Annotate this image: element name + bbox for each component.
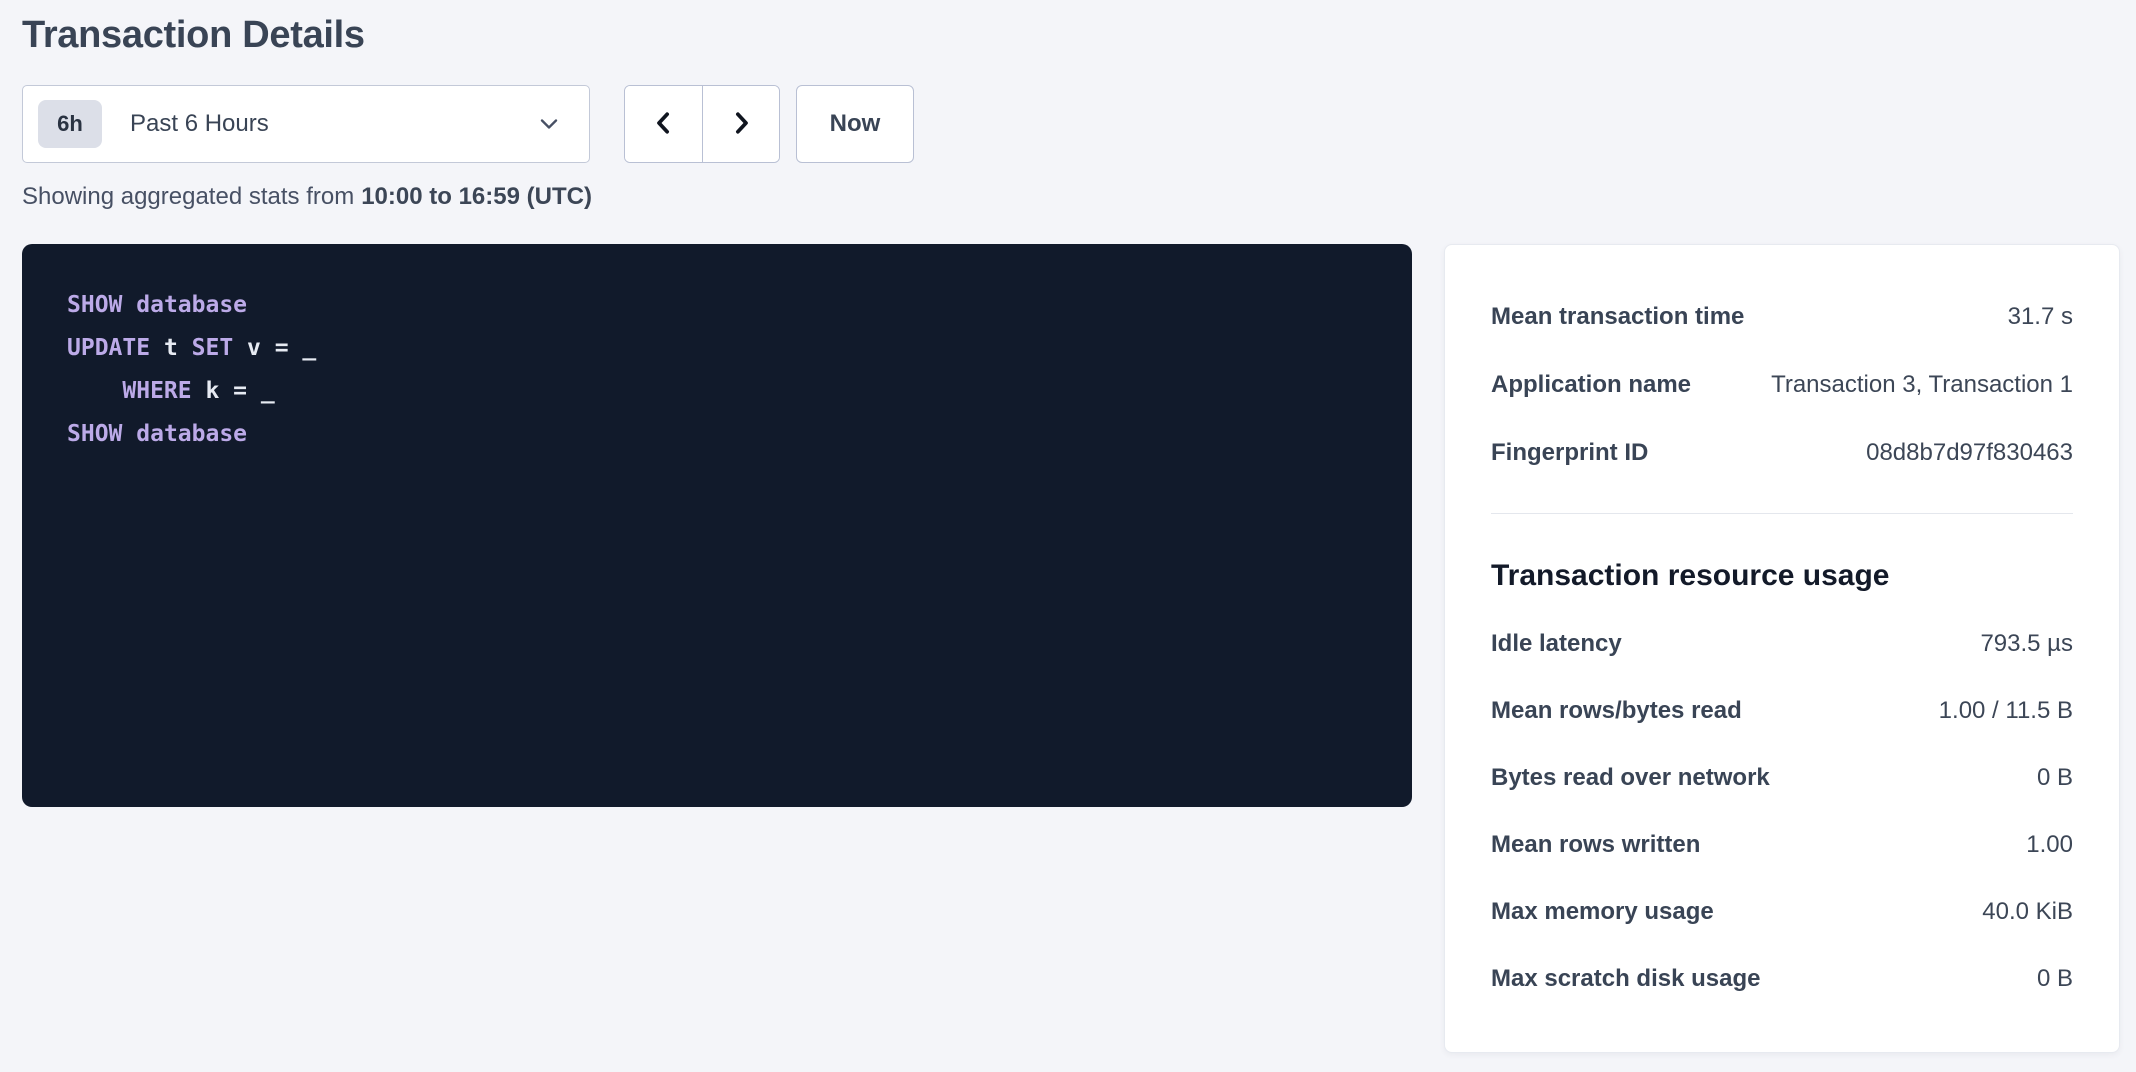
summary-row-value: 793.5 µs (1980, 630, 2073, 658)
summary-row-label: Application name (1491, 371, 1691, 399)
sql-token-keyword: SET (192, 335, 234, 361)
sql-token-plain: t (150, 335, 192, 361)
summary-row-value: Transaction 3, Transaction 1 (1771, 371, 2073, 399)
time-range-selected-label: Past 6 Hours (130, 110, 269, 138)
chevron-down-icon (535, 110, 563, 138)
summary-row: Bytes read over network 0 B (1491, 744, 2073, 811)
chevron-left-icon (649, 108, 679, 141)
sql-line: UPDATE t SET v = _ (67, 327, 1367, 370)
summary-row-label: Mean rows written (1491, 831, 1700, 859)
summary-row-label: Max memory usage (1491, 898, 1714, 926)
summary-row: Mean transaction time 31.7 s (1491, 283, 2073, 351)
transaction-details-page: Transaction Details 6h Past 6 Hours Now … (0, 0, 2136, 1053)
time-picker-controls: 6h Past 6 Hours Now (22, 85, 2136, 163)
sql-token-keyword: UPDATE (67, 335, 150, 361)
summary-row-label: Bytes read over network (1491, 764, 1770, 792)
chevron-right-icon (726, 108, 756, 141)
summary-row-label: Fingerprint ID (1491, 439, 1648, 467)
summary-row: Max scratch disk usage 0 B (1491, 945, 2073, 1012)
summary-row-label: Max scratch disk usage (1491, 965, 1760, 993)
time-range-dropdown[interactable]: 6h Past 6 Hours (22, 85, 590, 163)
resource-usage-heading: Transaction resource usage (1491, 556, 2073, 596)
summary-row-value: 1.00 (2026, 831, 2073, 859)
main-content: SHOW databaseUPDATE t SET v = _ WHERE k … (22, 244, 2136, 1053)
sql-line: SHOW database (67, 413, 1367, 456)
sql-line: WHERE k = _ (67, 370, 1367, 413)
summary-row-value: 08d8b7d97f830463 (1866, 439, 2073, 467)
time-preset-badge: 6h (38, 100, 102, 148)
sql-token-plain (122, 421, 136, 447)
sql-statement-box: SHOW databaseUPDATE t SET v = _ WHERE k … (22, 244, 1412, 807)
summary-row: Fingerprint ID 08d8b7d97f830463 (1491, 419, 2073, 487)
sql-token-keyword: SHOW (67, 292, 122, 318)
summary-row: Application name Transaction 3, Transact… (1491, 351, 2073, 419)
time-window-nav-group (624, 85, 780, 163)
sql-token-keyword: SHOW (67, 421, 122, 447)
prev-time-window-button[interactable] (625, 86, 702, 162)
sql-token-plain: v = _ (233, 335, 316, 361)
sql-token-plain (67, 378, 122, 404)
aggregated-stats-caption: Showing aggregated stats from 10:00 to 16… (22, 183, 2136, 211)
now-button[interactable]: Now (796, 85, 914, 163)
summary-row: Idle latency 793.5 µs (1491, 610, 2073, 677)
summary-row-value: 0 B (2037, 764, 2073, 792)
summary-row: Mean rows written 1.00 (1491, 811, 2073, 878)
card-divider (1491, 513, 2073, 514)
summary-row-label: Mean transaction time (1491, 303, 1744, 331)
page-title: Transaction Details (22, 14, 2136, 57)
summary-row-value: 40.0 KiB (1982, 898, 2073, 926)
sql-line: SHOW database (67, 284, 1367, 327)
resource-usage-rows: Idle latency 793.5 µs Mean rows/bytes re… (1491, 610, 2073, 1012)
transaction-summary-card: Mean transaction time 31.7 s Application… (1444, 244, 2120, 1053)
sql-token-plain: k = _ (192, 378, 275, 404)
summary-row-value: 1.00 / 11.5 B (1939, 697, 2073, 725)
caption-time-range: 10:00 to 16:59 (UTC) (361, 183, 592, 210)
summary-row-value: 0 B (2037, 965, 2073, 993)
next-time-window-button[interactable] (702, 86, 779, 162)
summary-row-label: Mean rows/bytes read (1491, 697, 1742, 725)
summary-row-value: 31.7 s (2008, 303, 2073, 331)
caption-prefix: Showing aggregated stats from (22, 183, 354, 210)
summary-row: Max memory usage 40.0 KiB (1491, 878, 2073, 945)
sql-token-keyword: database (136, 421, 247, 447)
sql-token-plain (122, 292, 136, 318)
summary-row: Mean rows/bytes read 1.00 / 11.5 B (1491, 677, 2073, 744)
summary-row-label: Idle latency (1491, 630, 1622, 658)
sql-token-keyword: WHERE (122, 378, 191, 404)
sql-token-keyword: database (136, 292, 247, 318)
